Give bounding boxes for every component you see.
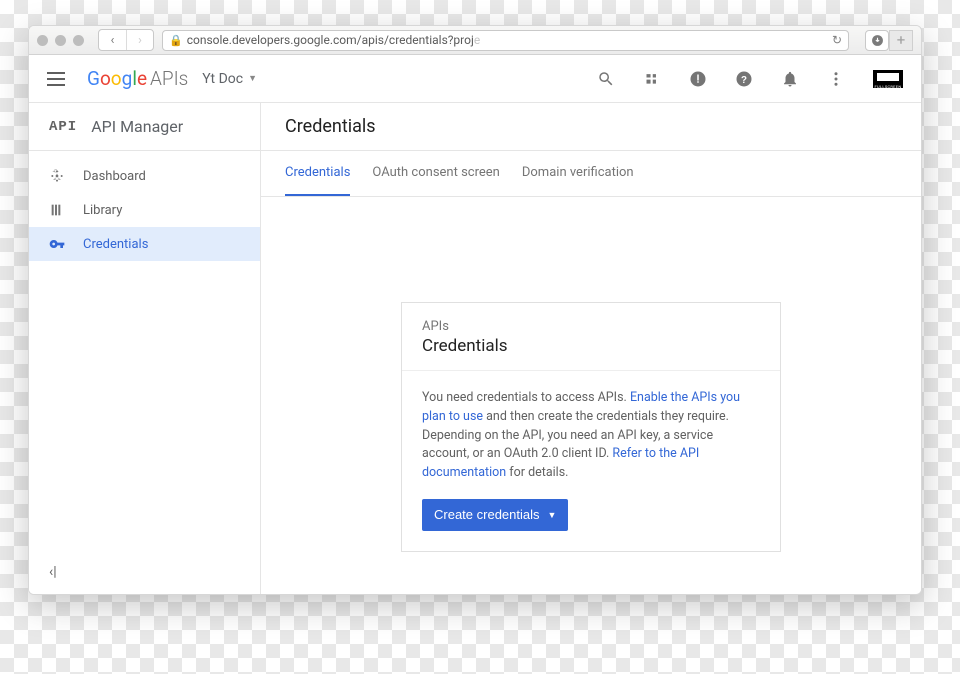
caret-down-icon: ▼: [248, 73, 257, 84]
sidebar-item-label: Library: [83, 203, 122, 218]
address-bar[interactable]: 🔒 console.developers.google.com /apis/cr…: [162, 30, 849, 51]
card-header: APIs Credentials: [402, 303, 780, 371]
library-icon: [49, 202, 65, 218]
url-path: /apis/credentials?proj: [357, 33, 474, 47]
google-apis-logo: Google APIs: [87, 67, 188, 90]
tab-oauth-consent[interactable]: OAuth consent screen: [372, 151, 499, 196]
browser-window: ‹ › 🔒 console.developers.google.com /api…: [28, 25, 922, 595]
page-title: Credentials: [285, 116, 376, 137]
card-text-c: for details.: [506, 465, 568, 480]
url-fade: e: [474, 33, 480, 47]
card-title: Credentials: [422, 336, 760, 356]
api-icon: API: [49, 119, 77, 135]
url-host: console.developers.google.com: [187, 33, 357, 47]
key-icon: [49, 236, 65, 252]
card-body: You need credentials to access APIs. Ena…: [402, 371, 780, 551]
sidebar-item-dashboard[interactable]: Dashboard: [29, 159, 260, 193]
bell-icon[interactable]: [781, 70, 799, 88]
tabs: Credentials OAuth consent screen Domain …: [261, 151, 921, 197]
header-icons: ?: [597, 70, 903, 88]
main-header: Credentials: [261, 103, 921, 151]
sidebar-list: Dashboard Library Credentials: [29, 151, 260, 261]
card-text-a: You need credentials to access APIs.: [422, 390, 630, 405]
tab-domain-verification[interactable]: Domain verification: [522, 151, 634, 196]
titlebar: ‹ › 🔒 console.developers.google.com /api…: [29, 26, 921, 55]
help-icon[interactable]: ?: [735, 70, 753, 88]
caret-down-icon: ▼: [548, 510, 557, 520]
create-credentials-button[interactable]: Create credentials ▼: [422, 499, 568, 531]
project-name: Yt Doc: [202, 71, 243, 87]
reload-icon[interactable]: ↻: [832, 33, 842, 47]
collapse-sidebar-button[interactable]: ‹|: [49, 564, 57, 580]
more-icon[interactable]: [827, 70, 845, 88]
alert-icon[interactable]: [689, 70, 707, 88]
download-button[interactable]: [865, 30, 889, 51]
sidebar-item-label: Credentials: [83, 237, 148, 252]
card-subtitle: APIs: [422, 319, 760, 334]
app-header: Google APIs Yt Doc ▼ ?: [29, 55, 921, 103]
forward-button[interactable]: ›: [126, 30, 153, 50]
tab-credentials[interactable]: Credentials: [285, 151, 350, 196]
gift-icon[interactable]: [643, 70, 661, 88]
new-tab-button[interactable]: +: [889, 30, 913, 51]
traffic-lights: [37, 35, 84, 46]
logo-suffix: APIs: [150, 67, 188, 90]
sidebar-item-credentials[interactable]: Credentials: [29, 227, 260, 261]
minimize-window-icon[interactable]: [55, 35, 66, 46]
zoom-window-icon[interactable]: [73, 35, 84, 46]
sidebar-title: API API Manager: [29, 103, 260, 151]
menu-icon[interactable]: [47, 72, 65, 86]
app-body: API API Manager Dashboard Library Creden…: [29, 103, 921, 594]
project-selector[interactable]: Yt Doc ▼: [202, 71, 257, 87]
search-icon[interactable]: [597, 70, 615, 88]
nav-buttons: ‹ ›: [98, 29, 154, 51]
lock-icon: 🔒: [169, 34, 183, 47]
dashboard-icon: [49, 168, 65, 184]
fullscreen-icon[interactable]: [873, 70, 903, 88]
main-panel: Credentials Credentials OAuth consent sc…: [261, 103, 921, 594]
sidebar: API API Manager Dashboard Library Creden…: [29, 103, 261, 594]
create-credentials-label: Create credentials: [434, 507, 540, 522]
sidebar-item-label: Dashboard: [83, 169, 146, 184]
svg-text:?: ?: [741, 74, 747, 85]
sidebar-title-text: API Manager: [91, 117, 183, 136]
credentials-card: APIs Credentials You need credentials to…: [401, 302, 781, 552]
sidebar-item-library[interactable]: Library: [29, 193, 260, 227]
close-window-icon[interactable]: [37, 35, 48, 46]
back-button[interactable]: ‹: [99, 30, 126, 50]
content-area: APIs Credentials You need credentials to…: [261, 197, 921, 594]
